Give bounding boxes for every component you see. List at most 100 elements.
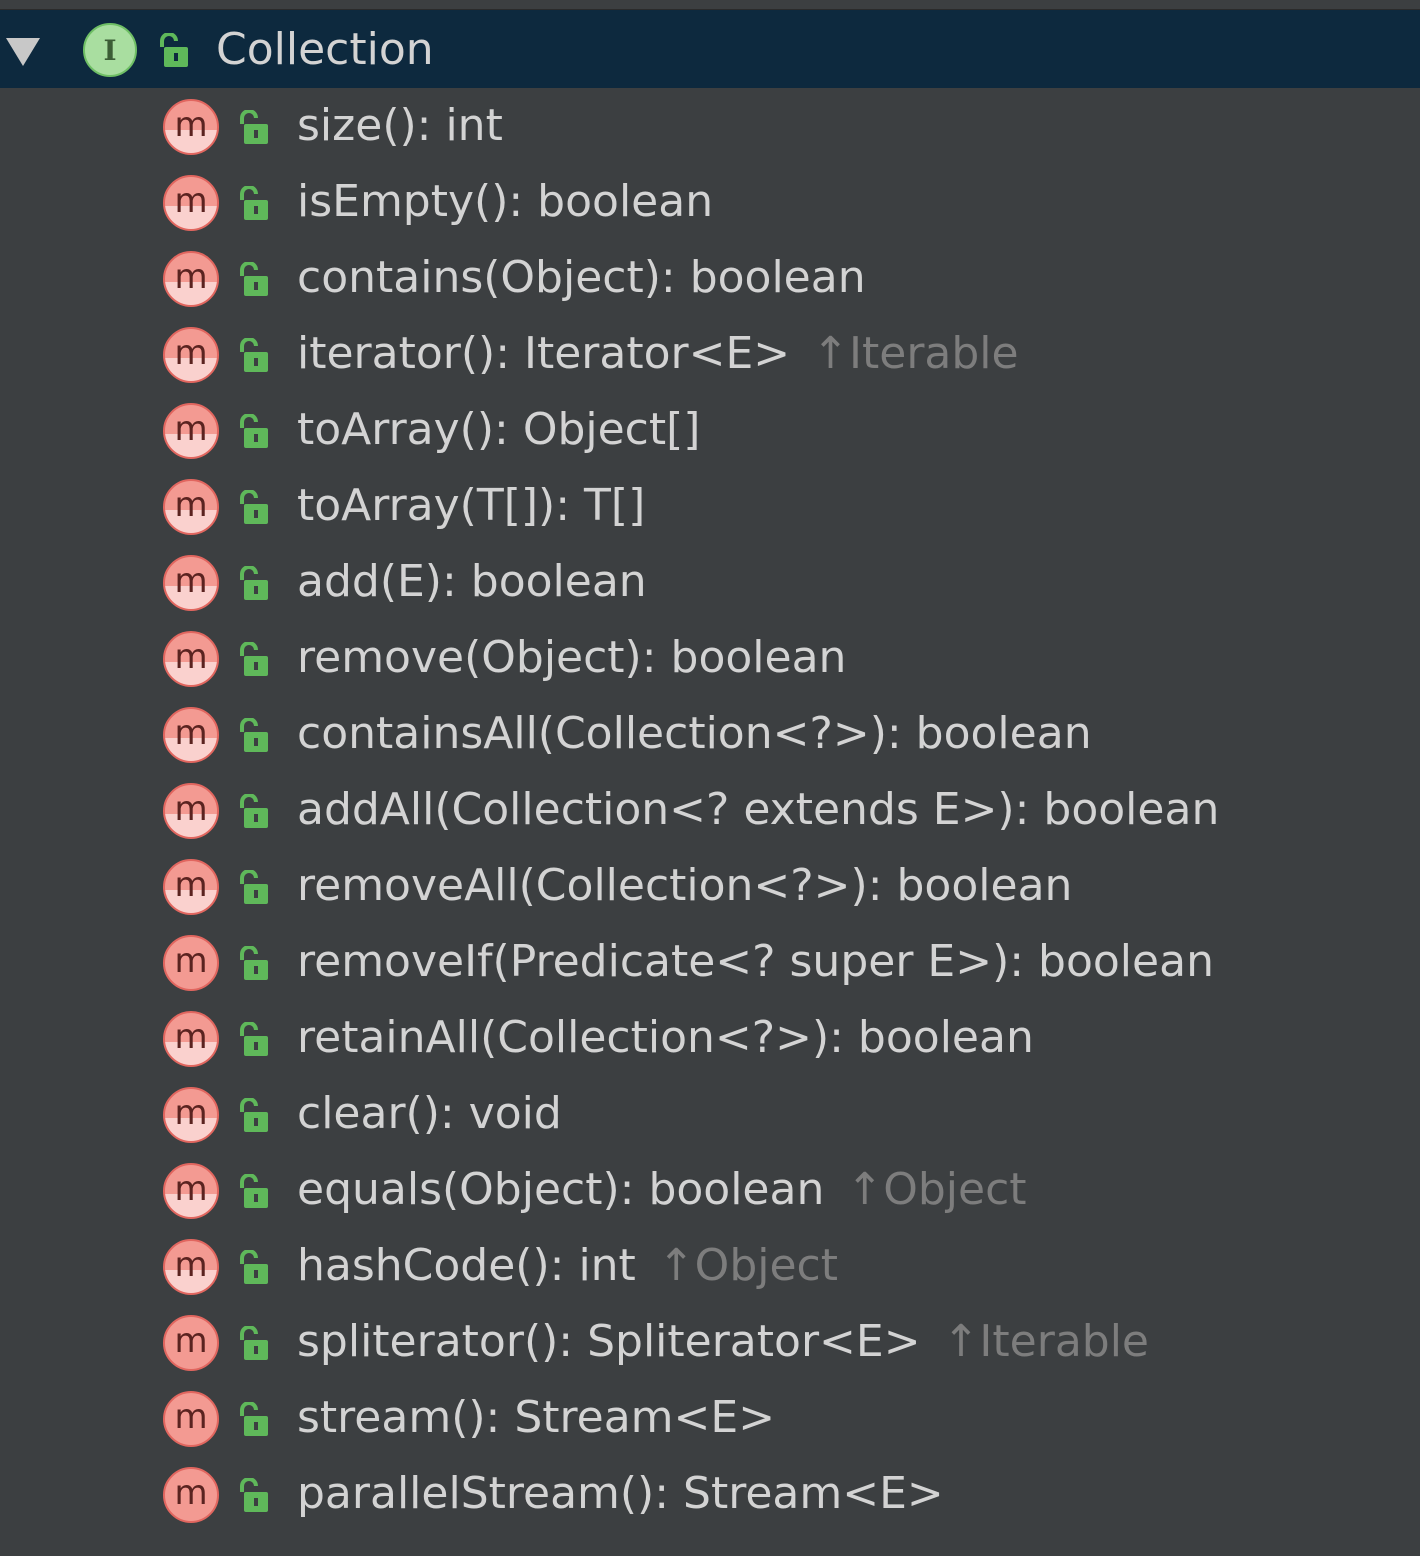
method-icon-letter: m [174,941,208,981]
member-signature-text: add(E): boolean [297,556,647,607]
public-lock-icon [240,490,268,524]
abstract-method-icon: m [163,251,219,307]
member-row[interactable]: m contains(Object): boolean [0,240,1420,316]
member-row[interactable]: m toArray(): Object[] [0,392,1420,468]
method-icon-letter: m [174,1093,208,1133]
member-signature-text: removeIf(Predicate<? super E>): boolean [297,936,1214,987]
member-row[interactable]: m removeIf(Predicate<? super E>): boolean [0,924,1420,1000]
member-row[interactable]: m iterator(): Iterator<E> ↑Iterable [0,316,1420,392]
member-row[interactable]: m parallelStream(): Stream<E> [0,1456,1420,1532]
expand-arrow-icon[interactable] [6,38,40,66]
abstract-method-icon: m [163,1087,219,1143]
abstract-method-icon: m [163,403,219,459]
panel-top-border [0,0,1420,10]
inherited-from-label: ↑Iterable [942,1316,1150,1367]
member-row[interactable]: m clear(): void [0,1076,1420,1152]
public-lock-icon [240,794,268,828]
member-signature-text: equals(Object): boolean [297,1164,825,1215]
member-row[interactable]: m isEmpty(): boolean [0,164,1420,240]
member-signature: iterator(): Iterator<E> ↑Iterable [297,328,1019,380]
member-signature-text: containsAll(Collection<?>): boolean [297,708,1092,759]
member-row[interactable]: m addAll(Collection<? extends E>): boolea… [0,772,1420,848]
method-icon-letter: m [174,333,208,373]
member-signature-text: removeAll(Collection<?>): boolean [297,860,1073,911]
member-signature: add(E): boolean [297,556,647,608]
member-signature-text: addAll(Collection<? extends E>): boolean [297,784,1220,835]
public-lock-icon [160,33,188,67]
member-signature-text: stream(): Stream<E> [297,1392,776,1443]
method-icon-letter: m [174,637,208,677]
member-signature-text: isEmpty(): boolean [297,176,714,227]
method-icon-letter: m [174,1473,208,1513]
abstract-method-icon: m [163,555,219,611]
member-row[interactable]: m remove(Object): boolean [0,620,1420,696]
abstract-method-icon: m [163,327,219,383]
member-signature: toArray(T[]): T[] [297,480,645,532]
member-signature-text: spliterator(): Spliterator<E> [297,1316,921,1367]
public-lock-icon [240,338,268,372]
member-row[interactable]: m hashCode(): int ↑Object [0,1228,1420,1304]
member-row[interactable]: m containsAll(Collection<?>): boolean [0,696,1420,772]
member-signature: removeAll(Collection<?>): boolean [297,860,1072,912]
public-lock-icon [240,566,268,600]
public-lock-icon [240,262,268,296]
abstract-method-icon: m [163,859,219,915]
member-signature: containsAll(Collection<?>): boolean [297,708,1092,760]
member-row[interactable]: m retainAll(Collection<?>): boolean [0,1000,1420,1076]
public-lock-icon [240,110,268,144]
abstract-method-icon: m [163,175,219,231]
tree-node-label: Collection [216,24,434,75]
method-icon-letter: m [174,1321,208,1361]
inherited-from-label: ↑Object [657,1240,838,1291]
abstract-method-icon: m [163,1163,219,1219]
member-row[interactable]: m stream(): Stream<E> [0,1380,1420,1456]
member-signature: stream(): Stream<E> [297,1392,775,1444]
method-icon: m [163,1391,219,1447]
member-row[interactable]: m size(): int [0,88,1420,164]
member-signature: removeIf(Predicate<? super E>): boolean [297,936,1214,988]
member-signature: hashCode(): int ↑Object [297,1240,838,1292]
member-signature-text: remove(Object): boolean [297,632,847,683]
member-row[interactable]: m removeAll(Collection<?>): boolean [0,848,1420,924]
member-signature: retainAll(Collection<?>): boolean [297,1012,1034,1064]
member-signature-text: size(): int [297,100,503,151]
public-lock-icon [240,870,268,904]
public-lock-icon [240,1250,268,1284]
method-icon-letter: m [174,1169,208,1209]
method-icon-letter: m [174,409,208,449]
abstract-method-icon: m [163,707,219,763]
member-signature: parallelStream(): Stream<E> [297,1468,944,1520]
method-icon: m [163,1315,219,1371]
member-signature: equals(Object): boolean ↑Object [297,1164,1027,1216]
member-signature: size(): int [297,100,503,152]
member-signature: remove(Object): boolean [297,632,846,684]
method-icon-letter: m [174,257,208,297]
member-row[interactable]: m add(E): boolean [0,544,1420,620]
public-lock-icon [240,1022,268,1056]
member-row[interactable]: m equals(Object): boolean ↑Object [0,1152,1420,1228]
public-lock-icon [240,642,268,676]
method-icon-letter: m [174,865,208,905]
member-signature: addAll(Collection<? extends E>): boolean [297,784,1219,836]
method-icon-letter: m [174,713,208,753]
public-lock-icon [240,1174,268,1208]
inherited-from-label: ↑Iterable [812,328,1019,379]
method-icon-letter: m [174,789,208,829]
member-signature: spliterator(): Spliterator<E> ↑Iterable [297,1316,1149,1368]
interface-icon: I [83,23,137,77]
method-icon: m [163,935,219,991]
public-lock-icon [240,1098,268,1132]
public-lock-icon [240,1478,268,1512]
abstract-method-icon: m [163,99,219,155]
method-icon-letter: m [174,1245,208,1285]
inherited-from-label: ↑Object [846,1164,1027,1215]
member-row[interactable]: m toArray(T[]): T[] [0,468,1420,544]
member-signature-text: clear(): void [297,1088,562,1139]
member-signature-text: iterator(): Iterator<E> [297,328,791,379]
member-row[interactable]: m spliterator(): Spliterator<E> ↑Iterable [0,1304,1420,1380]
method-icon: m [163,1467,219,1523]
public-lock-icon [240,186,268,220]
member-signature: contains(Object): boolean [297,252,866,304]
tree-node-collection[interactable]: I Collection [0,10,1420,88]
member-signature-text: retainAll(Collection<?>): boolean [297,1012,1034,1063]
